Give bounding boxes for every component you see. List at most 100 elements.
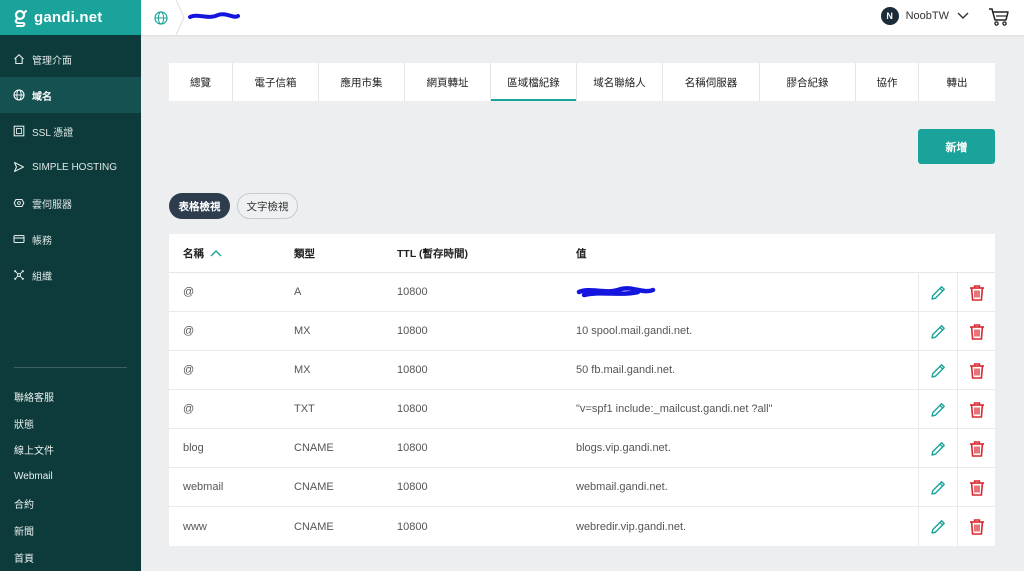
avatar: N xyxy=(880,7,899,25)
record-type: MX xyxy=(294,364,311,376)
table-row: @ A 10800 xyxy=(169,273,995,312)
domain-tabs: 總覽 電子信箱 應用市集 網頁轉址 區域檔紀錄 域名聯絡人 名稱伺服器 膠合紀錄 協作 轉出 xyxy=(169,63,995,101)
sidebar-item-0[interactable]: 管理介面 xyxy=(0,41,141,77)
shopping-cart-icon[interactable] xyxy=(988,7,1010,27)
redacted-record-value xyxy=(576,284,656,301)
sidebar-item-6[interactable]: 組織 xyxy=(0,257,141,293)
record-value: blogs.vip.gandi.net. xyxy=(576,442,671,454)
sidebar-nav: 管理介面域名 SSL 憑證 SIMPLE HOSTING 雲伺服器帳務組織 xyxy=(0,41,141,293)
record-ttl: 10800 xyxy=(397,364,428,376)
edit-record-button[interactable] xyxy=(918,312,957,351)
user-menu[interactable]: N NoobTW xyxy=(880,7,969,25)
sidebar-item-4[interactable]: 雲伺服器 xyxy=(0,185,141,221)
tab-3[interactable]: 網頁轉址 xyxy=(405,63,491,101)
footer-link[interactable]: 首頁 xyxy=(0,544,141,571)
table-body: @ A 10800 @ MX 10800 10 spool.mail.gandi.net. @… xyxy=(169,273,995,546)
brand-name: gandi.net xyxy=(34,9,103,26)
pencil-icon xyxy=(931,441,945,456)
record-value: 50 fb.mail.gandi.net. xyxy=(576,364,676,376)
tab-6[interactable]: 名稱伺服器 xyxy=(663,63,760,101)
sidebar-item-5[interactable]: 帳務 xyxy=(0,221,141,257)
edit-record-button[interactable] xyxy=(918,507,957,546)
tab-1[interactable]: 電子信箱 xyxy=(233,63,319,101)
sidebar-item-2[interactable]: SSL 憑證 xyxy=(0,113,141,149)
footer-link[interactable]: 合約 xyxy=(0,490,141,517)
topbar: N NoobTW xyxy=(141,0,1024,35)
delete-record-button[interactable] xyxy=(957,351,995,390)
record-name: @ xyxy=(183,364,195,376)
sidebar-divider xyxy=(14,367,127,368)
record-type: CNAME xyxy=(294,442,334,454)
sidebar-item-label: 帳務 xyxy=(32,235,52,247)
tab-5[interactable]: 域名聯絡人 xyxy=(577,63,663,101)
column-header-value: 值 xyxy=(576,247,587,260)
table-row: www CNAME 10800 webredir.vip.gandi.net. xyxy=(169,507,995,546)
tab-7[interactable]: 膠合紀錄 xyxy=(760,63,856,101)
edit-record-button[interactable] xyxy=(918,390,957,429)
certificate-icon xyxy=(13,125,25,137)
record-name: @ xyxy=(183,403,195,415)
record-ttl: 10800 xyxy=(397,520,428,533)
gandi-logo-icon xyxy=(14,9,27,27)
record-name: www xyxy=(183,520,207,533)
record-ttl: 10800 xyxy=(397,403,428,415)
table-row: @ TXT 10800 "v=spf1 include:_mailcust.gandi… xyxy=(169,390,995,429)
edit-record-button[interactable] xyxy=(918,351,957,390)
sidebar-footer-links: 聯絡客服 狀態 線上文件 Webmail 合約 新聞 首頁 xyxy=(0,383,141,571)
breadcrumb-separator xyxy=(175,0,185,35)
credit-card-icon xyxy=(13,233,25,245)
sidebar-item-3[interactable]: SIMPLE HOSTING xyxy=(0,149,141,185)
delete-record-button[interactable] xyxy=(957,312,995,351)
record-name: webmail xyxy=(183,481,224,493)
delete-record-button[interactable] xyxy=(957,468,995,507)
table-row: @ MX 10800 50 fb.mail.gandi.net. xyxy=(169,351,995,390)
pencil-icon xyxy=(931,324,945,339)
record-type: CNAME xyxy=(294,520,334,533)
delete-record-button[interactable] xyxy=(957,507,995,546)
footer-link[interactable]: Webmail xyxy=(0,463,141,490)
record-value: webredir.vip.gandi.net. xyxy=(576,520,687,533)
record-name: blog xyxy=(183,442,204,454)
tab-0[interactable]: 總覽 xyxy=(169,63,233,101)
column-header-name[interactable]: 名稱 xyxy=(183,246,222,261)
tab-8[interactable]: 協作 xyxy=(856,63,919,101)
sidebar-item-label: 雲伺服器 xyxy=(32,199,72,211)
tab-2[interactable]: 應用市集 xyxy=(319,63,405,101)
delete-record-button[interactable] xyxy=(957,390,995,429)
footer-link[interactable]: 新聞 xyxy=(0,517,141,544)
sidebar-item-1[interactable]: 域名 xyxy=(0,77,141,113)
home-icon xyxy=(13,53,25,65)
record-ttl: 10800 xyxy=(397,442,428,454)
footer-link[interactable]: 聯絡客服 xyxy=(0,383,141,410)
globe-icon xyxy=(154,10,168,25)
edit-record-button[interactable] xyxy=(918,429,957,468)
tab-9[interactable]: 轉出 xyxy=(919,63,995,101)
organization-icon xyxy=(13,269,25,281)
sidebar-item-label: 域名 xyxy=(32,91,52,103)
trash-icon xyxy=(969,518,984,535)
pencil-icon xyxy=(931,285,945,300)
text-view-toggle[interactable]: 文字檢視 xyxy=(237,193,298,219)
footer-link[interactable]: 線上文件 xyxy=(0,437,141,464)
chevron-down-icon xyxy=(957,12,969,19)
sort-ascending-icon xyxy=(210,250,222,257)
footer-link[interactable]: 狀態 xyxy=(0,410,141,437)
record-ttl: 10800 xyxy=(397,481,428,493)
column-header-name-label: 名稱 xyxy=(183,247,204,260)
add-record-button[interactable]: 新增 xyxy=(918,129,995,164)
globe-icon xyxy=(13,89,25,101)
tab-4[interactable]: 區域檔紀錄 xyxy=(491,63,577,101)
pencil-icon xyxy=(931,402,945,417)
edit-record-button[interactable] xyxy=(918,468,957,507)
record-type: MX xyxy=(294,325,311,337)
delete-record-button[interactable] xyxy=(957,273,995,312)
record-type: TXT xyxy=(294,403,315,415)
brand-header[interactable]: gandi.net xyxy=(0,0,141,35)
column-header-type: 類型 xyxy=(294,247,315,260)
cloud-server-icon xyxy=(13,197,25,209)
table-view-toggle[interactable]: 表格檢視 xyxy=(169,193,230,219)
trash-icon xyxy=(969,479,984,496)
delete-record-button[interactable] xyxy=(957,429,995,468)
edit-record-button[interactable] xyxy=(918,273,957,312)
table-header: 名稱 類型 TTL (暫存時間) 值 xyxy=(169,234,995,273)
